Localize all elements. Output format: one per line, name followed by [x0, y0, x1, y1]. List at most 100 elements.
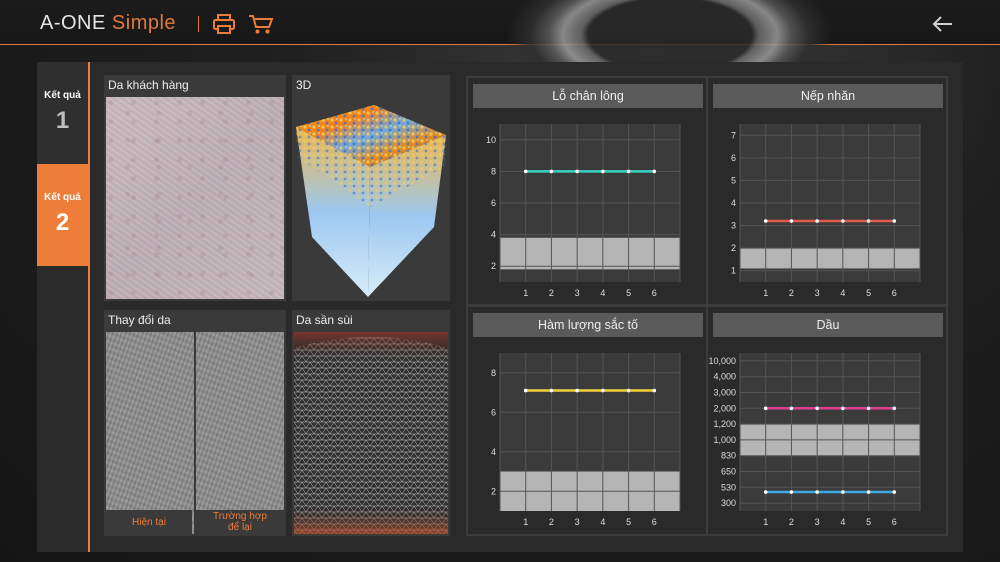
data-point: [523, 169, 528, 174]
card-title: Da sần sùi: [292, 310, 400, 330]
data-point: [549, 169, 554, 174]
x-tick-label: 4: [600, 288, 605, 298]
pigment-chart-card: Hàm lượng sắc tố 8642123456: [466, 305, 708, 536]
y-tick-label: 3: [731, 221, 736, 231]
tab-result-2[interactable]: Kết quả 2: [37, 164, 88, 266]
data-point: [841, 219, 845, 223]
card-title: Thay đổi da: [104, 310, 221, 330]
normal-range-band: [740, 248, 920, 269]
y-tick-label: 650: [721, 467, 736, 477]
pore-chart: 10 8 6 4 2 1 2 3 4 5 6: [486, 124, 681, 298]
app-header: A-ONE Simple: [0, 0, 1000, 110]
oil-chart-card: Dầu 10,000 4,000 3,000 2,000 1,200 1,000 830 65…: [706, 305, 948, 536]
card-title: 3D: [292, 75, 400, 95]
data-point: [652, 388, 657, 393]
y-tick-label: 6: [491, 198, 496, 208]
y-tick-label: 5: [731, 175, 736, 185]
wrinkle-chart-card: Nếp nhăn 7654321123456: [706, 76, 948, 306]
current-skin-image[interactable]: [106, 332, 194, 534]
data-point: [763, 406, 768, 411]
future-skin-image[interactable]: [196, 332, 284, 534]
data-point: [789, 406, 794, 411]
printer-icon[interactable]: [212, 13, 236, 35]
y-tick-label: 2: [491, 486, 496, 496]
data-point: [763, 490, 768, 494]
y-tick-label: 10,000: [708, 356, 736, 366]
3d-skin-image[interactable]: [294, 97, 448, 299]
y-tick-label: 530: [721, 482, 736, 492]
x-tick-label: 3: [575, 288, 580, 298]
y-tick-label: 3,000: [713, 388, 736, 398]
data-point: [575, 169, 579, 174]
x-tick-label: 6: [652, 517, 657, 527]
x-tick-label: 2: [549, 288, 554, 298]
y-tick-label: 4: [731, 198, 736, 208]
y-tick-label: 2: [731, 243, 736, 253]
rough-skin-card: Da sần sùi: [292, 310, 450, 536]
x-tick-label: 3: [815, 288, 820, 298]
y-tick-label: 300: [721, 498, 736, 508]
3d-card: 3D: [292, 75, 450, 301]
skin-change-card: Thay đổi da Hiện tại Trường hợp để lại: [104, 310, 286, 536]
normal-range-band: [500, 237, 680, 270]
y-tick-label: 1,200: [713, 419, 736, 429]
tab-number: 2: [55, 209, 70, 236]
y-tick-label: 2,000: [713, 403, 736, 413]
header-separator: [198, 16, 199, 32]
y-tick-label: 4: [491, 230, 496, 240]
data-point: [523, 388, 528, 393]
data-point: [815, 219, 819, 223]
case-label: Trường hợp để lại: [196, 510, 284, 534]
data-point: [789, 219, 794, 223]
data-point: [789, 490, 794, 494]
x-tick-label: 1: [763, 288, 768, 298]
tab-label: Kết quả: [44, 192, 81, 203]
data-point: [601, 169, 605, 174]
data-point: [626, 169, 631, 174]
tab-accent-rail: [88, 62, 90, 552]
back-arrow-icon[interactable]: [930, 13, 956, 35]
x-tick-label: 5: [866, 517, 871, 527]
x-tick-label: 5: [626, 517, 631, 527]
x-tick-label: 3: [575, 517, 580, 527]
x-tick-label: 4: [840, 517, 845, 527]
data-point: [841, 406, 845, 411]
data-point: [892, 219, 897, 223]
wrinkle-chart: 7 6 5 4 3 2 1 1 2 3 4 5 6: [731, 124, 921, 298]
x-tick-label: 3: [815, 517, 820, 527]
x-tick-label: 2: [549, 517, 554, 527]
data-point: [892, 490, 897, 494]
y-tick-label: 1,000: [713, 435, 736, 445]
tab-number: 1: [55, 107, 70, 134]
data-point: [626, 388, 631, 393]
result-tabs: Kết quả 1 Kết quả 2: [37, 62, 88, 552]
data-point: [549, 388, 554, 393]
card-title: Da khách hàng: [104, 75, 221, 95]
current-label: Hiện tại: [106, 510, 192, 534]
data-point: [575, 388, 579, 393]
data-point: [866, 406, 871, 411]
pore-chart-card: Lỗ chân lông 10 8 6 4 2 1 2 3 4 5 6: [466, 76, 708, 306]
x-tick-label: 1: [523, 288, 528, 298]
x-tick-label: 6: [652, 288, 657, 298]
y-tick-label: 4,000: [713, 372, 736, 382]
x-tick-label: 2: [789, 517, 794, 527]
x-tick-label: 2: [789, 288, 794, 298]
customer-skin-image[interactable]: [106, 97, 284, 299]
data-point: [815, 490, 819, 494]
x-tick-label: 5: [866, 288, 871, 298]
x-tick-label: 4: [840, 288, 845, 298]
app-logo: A-ONE Simple: [40, 12, 177, 34]
x-tick-label: 5: [626, 288, 631, 298]
x-tick-label: 4: [600, 517, 605, 527]
pigment-chart: 8 6 4 2 1 2 3 4 5 6: [491, 353, 681, 527]
y-tick-label: 6: [731, 153, 736, 163]
y-tick-label: 6: [491, 407, 496, 417]
x-tick-label: 6: [892, 288, 897, 298]
cart-icon[interactable]: [248, 13, 274, 35]
x-tick-label: 1: [523, 517, 528, 527]
rough-skin-mesh-image[interactable]: [294, 332, 448, 534]
data-point: [892, 406, 897, 411]
tab-result-1[interactable]: Kết quả 1: [37, 62, 88, 164]
y-tick-label: 4: [491, 447, 496, 457]
